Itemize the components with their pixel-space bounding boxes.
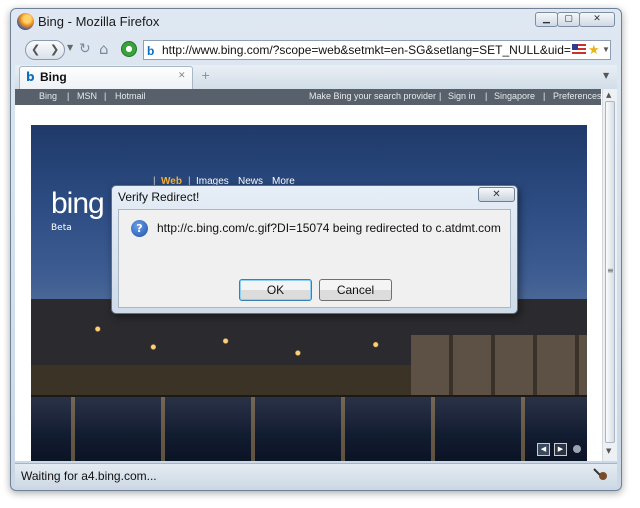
history-dropdown-icon[interactable]: ▼ (67, 43, 73, 52)
back-forward-buttons: ❮ ❯ (25, 40, 65, 60)
question-icon: ? (131, 220, 148, 237)
firefox-icon (17, 13, 34, 30)
scroll-up-icon[interactable]: ▲ (606, 91, 611, 99)
hero-bridge (411, 335, 587, 395)
tab-favicon-icon: b (26, 70, 35, 84)
bing-beta-label: Beta (51, 223, 72, 233)
maximize-button[interactable]: ▢ (557, 12, 580, 27)
dialog-body: ? http://c.bing.com/c.gif?DI=15074 being… (118, 209, 511, 308)
flag-icon (572, 44, 586, 55)
tab-bar: b Bing ✕ + ▼ (15, 65, 617, 89)
scroll-down-icon[interactable]: ▼ (606, 447, 611, 455)
bookmark-star-icon[interactable]: ★ (588, 41, 600, 59)
bing-logo: bing (51, 187, 105, 220)
cancel-button[interactable]: Cancel (319, 279, 392, 301)
reload-icon[interactable]: ↻ (79, 41, 91, 57)
nav-separator: | (67, 91, 70, 101)
nav-separator: | (543, 91, 546, 101)
nav-link-make-provider[interactable]: Make Bing your search provider (309, 91, 436, 101)
url-bar[interactable]: b http://www.bing.com/?scope=web&setmkt=… (143, 40, 611, 60)
ok-button[interactable]: OK (239, 279, 312, 301)
vertical-scrollbar[interactable]: ▲ ≡ ▼ (602, 89, 617, 461)
tab-list-icon[interactable]: ▼ (603, 71, 609, 80)
nav-link-bing[interactable]: Bing (39, 91, 57, 101)
nav-separator: | (104, 91, 107, 101)
hero-prev-button[interactable]: ◀ (537, 443, 550, 456)
addon-icon[interactable] (121, 41, 137, 57)
site-favicon-icon: b (147, 44, 155, 58)
title-bar[interactable]: Bing - Mozilla Firefox ▁ ▢ ✕ (11, 9, 621, 37)
tab-label: Bing (40, 70, 67, 84)
url-text[interactable]: http://www.bing.com/?scope=web&setmkt=en… (162, 41, 571, 59)
hero-water (31, 397, 587, 461)
tab-close-icon[interactable]: ✕ (178, 71, 186, 81)
hero-info-icon[interactable] (573, 445, 581, 453)
window-title: Bing - Mozilla Firefox (38, 14, 160, 29)
nav-link-hotmail[interactable]: Hotmail (115, 91, 146, 101)
nav-link-preferences[interactable]: Preferences (553, 91, 602, 101)
loading-status-icon (593, 467, 607, 481)
home-icon[interactable]: ⌂ (99, 40, 109, 58)
tab-bing[interactable]: b Bing ✕ (19, 66, 193, 89)
bing-top-nav: Bing | MSN | Hotmail Make Bing your sear… (15, 89, 602, 105)
dialog-title: Verify Redirect! (118, 190, 200, 204)
nav-separator: | (485, 91, 488, 101)
dialog-message: http://c.bing.com/c.gif?DI=15074 being r… (157, 221, 501, 235)
back-button[interactable]: ❮ (31, 43, 40, 56)
nav-separator: | (439, 91, 442, 101)
url-dropdown-icon[interactable]: ▼ (602, 41, 610, 59)
nav-link-msn[interactable]: MSN (77, 91, 97, 101)
navigation-toolbar: ❮ ❯ ▼ ↻ ⌂ b http://www.bing.com/?scope=w… (15, 37, 617, 65)
new-tab-button[interactable]: + (201, 69, 210, 82)
window-close-button[interactable]: ✕ (579, 12, 615, 27)
nav-link-singapore[interactable]: Singapore (494, 91, 535, 101)
forward-button[interactable]: ❯ (50, 43, 59, 56)
verify-redirect-dialog: Verify Redirect! ✕ ? http://c.bing.com/c… (111, 185, 518, 314)
hero-next-button[interactable]: ▶ (554, 443, 567, 456)
dialog-close-button[interactable]: ✕ (478, 187, 515, 202)
scroll-thumb[interactable]: ≡ (605, 101, 615, 443)
minimize-button[interactable]: ▁ (535, 12, 558, 27)
nav-link-sign-in[interactable]: Sign in (448, 91, 476, 101)
scroll-grip-icon: ≡ (607, 266, 614, 275)
status-bar: Waiting for a4.bing.com... (15, 463, 617, 487)
status-text: Waiting for a4.bing.com... (21, 469, 157, 483)
